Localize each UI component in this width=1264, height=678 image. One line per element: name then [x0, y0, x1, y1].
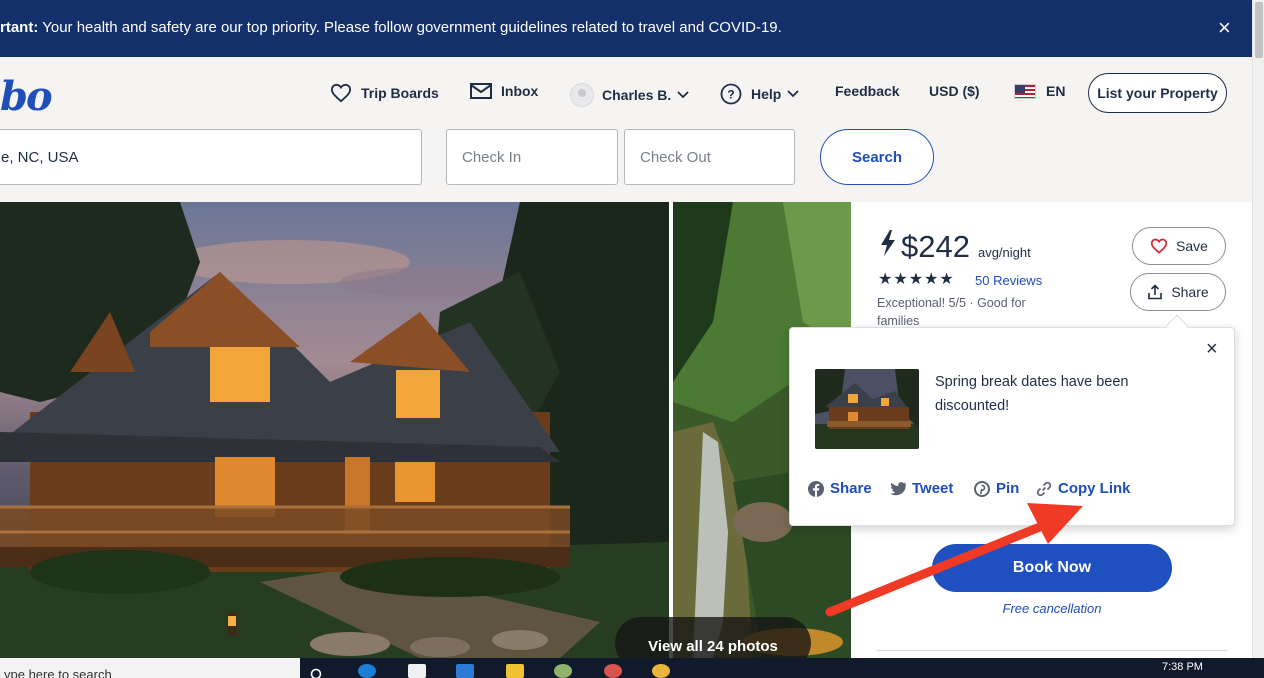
envelope-icon [470, 83, 492, 99]
popup-thumbnail [815, 369, 919, 449]
reviews-link[interactable]: 50 Reviews [975, 273, 1042, 288]
currency-selector[interactable]: USD ($) [929, 83, 980, 99]
copy-link-button[interactable]: Copy Link [1036, 480, 1131, 497]
language-selector[interactable]: EN [1014, 83, 1065, 99]
pinterest-icon [974, 480, 990, 497]
check-in-placeholder: Check In [462, 148, 522, 166]
link-icon [1036, 481, 1052, 496]
language-label: EN [1046, 83, 1066, 99]
feedback-link[interactable]: Feedback [835, 83, 900, 99]
destination-input[interactable]: e, NC, USA [0, 129, 422, 185]
book-now-button[interactable]: Book Now [932, 544, 1172, 592]
svg-text:?: ? [727, 88, 734, 102]
trip-boards-label: Trip Boards [361, 85, 439, 101]
facebook-share-label: Share [830, 480, 872, 497]
list-property-button[interactable]: List your Property [1088, 73, 1227, 113]
mail-icon[interactable] [456, 664, 474, 678]
user-name: Charles B. [602, 87, 672, 103]
scrollbar-thumb[interactable] [1255, 2, 1263, 58]
taskbar-clock[interactable]: 7:38 PM [1162, 661, 1203, 673]
avatar [570, 83, 594, 107]
check-out-field[interactable]: Check Out [624, 129, 795, 185]
rating-summary: Exceptional! 5/5 · Good for families [877, 294, 1067, 330]
inbox-label: Inbox [501, 83, 539, 99]
us-flag-icon [1014, 83, 1036, 99]
paint-icon[interactable] [554, 664, 572, 678]
save-button[interactable]: Save [1132, 227, 1226, 265]
pinterest-share-link[interactable]: Pin [974, 480, 1019, 497]
price-unit: avg/night [977, 245, 1031, 260]
check-out-placeholder: Check Out [640, 148, 711, 166]
cabin-photo-image [0, 202, 669, 658]
free-cancellation-link[interactable]: Free cancellation [932, 601, 1172, 616]
heart-icon [1150, 238, 1168, 254]
chrome-icon[interactable] [652, 664, 670, 678]
popup-message: Spring break dates have been discounted! [935, 374, 1129, 414]
page-scrollbar[interactable] [1252, 0, 1264, 658]
copy-link-label: Copy Link [1058, 480, 1131, 497]
trip-boards-link[interactable]: Trip Boards [330, 83, 439, 103]
rating-separator: · [965, 296, 978, 310]
popup-close-icon[interactable]: × [1206, 339, 1218, 359]
lightning-icon [881, 230, 895, 256]
feedback-label: Feedback [835, 83, 900, 99]
user-menu[interactable]: Charles B. [570, 83, 698, 107]
app-icon[interactable] [604, 664, 622, 678]
facebook-share-link[interactable]: Share [808, 480, 872, 497]
rating-text: Exceptional! 5/5 [877, 296, 966, 310]
main-photo[interactable] [0, 202, 669, 658]
currency-label: USD ($) [929, 83, 980, 99]
heart-icon [330, 83, 352, 103]
banner-text: rtant: Your health and safety are our to… [0, 19, 782, 36]
twitter-share-link[interactable]: Tweet [890, 480, 953, 497]
twitter-share-label: Tweet [912, 480, 954, 497]
edge-icon[interactable] [358, 664, 376, 678]
price-block: $242 avg/night [878, 229, 1031, 265]
save-label: Save [1176, 238, 1208, 254]
site-logo[interactable]: bo [0, 73, 53, 120]
share-button[interactable]: Share [1130, 273, 1226, 311]
twitter-icon [890, 481, 906, 495]
search-icon[interactable] [310, 667, 326, 678]
site-header: bo Trip Boards Inbox Charles B. ? Help F… [0, 57, 1252, 202]
facebook-icon [808, 480, 824, 497]
chevron-down-icon [787, 90, 799, 98]
nightly-price: $242 [901, 229, 970, 264]
cabin-thumbnail-image [815, 369, 919, 449]
banner-label: rtant: [0, 19, 39, 36]
banner-message: Your health and safety are our top prior… [38, 19, 782, 36]
taskbar-search-input[interactable]: ype here to search [0, 658, 300, 678]
help-menu[interactable]: ? Help [720, 83, 808, 105]
star-rating: ★★★★★ [878, 271, 955, 288]
search-button[interactable]: Search [820, 129, 934, 185]
store-icon[interactable] [408, 664, 426, 678]
windows-taskbar: ype here to search 7:38 PM [0, 658, 1264, 678]
check-in-field[interactable]: Check In [446, 129, 618, 185]
inbox-link[interactable]: Inbox [470, 83, 538, 99]
destination-value: e, NC, USA [1, 148, 79, 166]
share-label: Share [1171, 284, 1209, 300]
pinterest-share-label: Pin [996, 480, 1020, 497]
help-label: Help [751, 86, 782, 102]
folder-icon[interactable] [506, 664, 524, 678]
banner-close-icon[interactable]: × [1218, 17, 1231, 39]
covid-banner: rtant: Your health and safety are our to… [0, 0, 1252, 57]
chevron-down-icon [677, 91, 689, 99]
share-icon [1148, 284, 1163, 300]
panel-divider [877, 650, 1227, 651]
help-icon: ? [720, 83, 742, 105]
